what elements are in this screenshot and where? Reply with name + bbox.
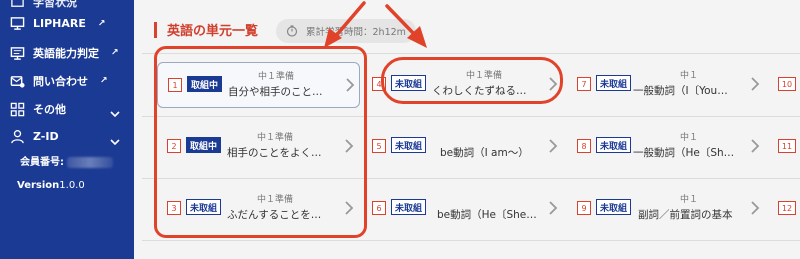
divider <box>142 178 800 179</box>
chevron-right-icon <box>344 138 354 153</box>
sidebar-item-zid[interactable]: Z-ID <box>10 129 59 144</box>
unit-level: 中１ <box>680 195 699 205</box>
unit-card-8[interactable]: 8 未取組 中１ 一般動詞（He〔Sh… <box>567 124 767 170</box>
main-content: 英語の単元一覧 累計学習時間：2h12m 1 取組中 中１準備 自分や相手のこと… <box>134 0 800 259</box>
chevron-right-icon <box>750 200 760 215</box>
page-title: 英語の単元一覧 <box>167 24 259 39</box>
unit-number: 4 <box>372 77 386 91</box>
divider <box>142 116 800 117</box>
external-link-icon: ↗ <box>97 18 106 29</box>
user-icon <box>10 129 25 144</box>
unit-number: 9 <box>577 201 591 215</box>
sidebar-item-english-test[interactable]: 英語能力判定 ↗ <box>10 45 119 61</box>
sidebar: 学習状況 LIPHARE ↗ 英語能力判定 ↗ 問い合わせ ↗ その他 Z-ID… <box>0 0 134 259</box>
status-badge: 未取組 <box>596 137 632 153</box>
monitor-icon <box>10 16 25 31</box>
chevron-right-icon <box>750 76 760 91</box>
unit-number: 3 <box>167 201 181 215</box>
status-badge: 未取組 <box>391 75 427 91</box>
unit-number: 5 <box>372 139 386 153</box>
status-badge: 未取組 <box>186 199 222 215</box>
study-time-badge: 累計学習時間：2h12m <box>276 19 416 43</box>
unit-number: 8 <box>577 139 591 153</box>
chevron-right-icon <box>750 138 760 153</box>
version-info: Version1.0.0 <box>17 180 85 191</box>
unit-card-1[interactable]: 1 取組中 中１準備 自分や相手のこと… <box>157 62 360 108</box>
sidebar-item-label: LIPHARE <box>33 17 86 30</box>
chart-icon <box>10 0 25 10</box>
member-number: 会員番号: <box>20 153 114 168</box>
version-value: 1.0.0 <box>59 180 85 191</box>
sidebar-item-label: その他 <box>33 103 66 116</box>
status-badge: 取組中 <box>187 76 223 92</box>
unit-name: ふだんすることを… <box>227 209 322 221</box>
divider <box>142 240 800 241</box>
external-link-icon: ↗ <box>100 76 108 86</box>
unit-card-9[interactable]: 9 未取組 中１ 副詞／前置詞の基本 <box>567 186 767 232</box>
unit-number: 6 <box>372 201 386 215</box>
sidebar-item-other[interactable]: その他 <box>10 101 66 117</box>
sidebar-item-label: 問い合わせ <box>33 75 88 88</box>
unit-number: 7 <box>577 77 591 91</box>
unit-name: くわしくたずねる… <box>432 85 527 97</box>
unit-number: 11 <box>778 139 796 153</box>
unit-name: 相手のことをよく… <box>227 147 322 159</box>
sidebar-item-liphare[interactable]: LIPHARE ↗ <box>10 16 105 31</box>
unit-card-3[interactable]: 3 未取組 中１準備 ふだんすることを… <box>157 186 360 232</box>
sidebar-item-progress[interactable]: 学習状況 <box>10 0 77 10</box>
unit-card-5[interactable]: 5 未取組 be動詞（I am〜） <box>362 124 565 170</box>
member-number-label: 会員番号: <box>20 157 64 168</box>
unit-card-4[interactable]: 4 未取組 中１準備 くわしくたずねる… <box>362 62 565 108</box>
unit-name: be動詞（He〔She… <box>437 209 537 221</box>
divider <box>142 53 800 54</box>
unit-card-10[interactable]: 10 <box>768 62 800 108</box>
unit-card-6[interactable]: 6 未取組 be動詞（He〔She… <box>362 186 565 232</box>
chevron-down-icon[interactable] <box>110 104 120 118</box>
unit-name: be動詞（I am〜） <box>440 147 529 159</box>
member-number-redacted <box>67 156 114 168</box>
mail-icon <box>10 74 25 89</box>
unit-number: 10 <box>778 77 796 91</box>
unit-level: 中１ <box>680 71 699 81</box>
status-badge: 未取組 <box>391 199 427 215</box>
section-header: 英語の単元一覧 <box>154 20 258 39</box>
unit-number: 1 <box>168 78 182 92</box>
unit-name: 一般動詞（He〔Sh… <box>633 147 735 159</box>
unit-number: 12 <box>778 201 796 215</box>
chevron-right-icon <box>548 76 558 91</box>
version-label: Version <box>17 180 60 191</box>
title-accent-bar <box>154 21 157 38</box>
unit-name: 一般動詞（I〔You… <box>633 85 728 97</box>
unit-number: 2 <box>167 139 181 153</box>
unit-level: 中１準備 <box>258 72 295 82</box>
study-time-text: 累計学習時間：2h12m <box>306 27 406 38</box>
unit-card-11[interactable]: 11 <box>768 124 800 170</box>
chevron-right-icon <box>548 200 558 215</box>
unit-level: 中１準備 <box>257 133 294 143</box>
sidebar-item-label: 英語能力判定 <box>33 47 99 60</box>
sidebar-item-contact[interactable]: 問い合わせ ↗ <box>10 73 108 89</box>
chevron-right-icon <box>344 200 354 215</box>
timer-icon <box>286 25 298 37</box>
unit-name: 自分や相手のこと… <box>228 86 323 98</box>
status-badge: 未取組 <box>596 199 632 215</box>
sidebar-item-label: Z-ID <box>33 130 59 143</box>
external-link-icon: ↗ <box>111 48 119 58</box>
status-badge: 取組中 <box>186 137 222 153</box>
unit-level: 中１準備 <box>466 71 503 81</box>
unit-card-12[interactable]: 12 <box>768 186 800 232</box>
chevron-right-icon <box>548 138 558 153</box>
unit-level: 中１準備 <box>257 195 294 205</box>
chevron-right-icon <box>345 77 355 92</box>
status-badge: 未取組 <box>596 75 632 91</box>
unit-name: 副詞／前置詞の基本 <box>638 209 733 221</box>
sidebar-item-label: 学習状況 <box>33 0 77 9</box>
chevron-down-icon[interactable] <box>110 132 120 146</box>
unit-card-2[interactable]: 2 取組中 中１準備 相手のことをよく… <box>157 124 360 170</box>
unit-level: 中１ <box>680 133 699 143</box>
unit-card-7[interactable]: 7 未取組 中１ 一般動詞（I〔You… <box>567 62 767 108</box>
monitor-icon <box>10 46 25 61</box>
grid-icon <box>10 102 25 117</box>
status-badge: 未取組 <box>391 137 427 153</box>
